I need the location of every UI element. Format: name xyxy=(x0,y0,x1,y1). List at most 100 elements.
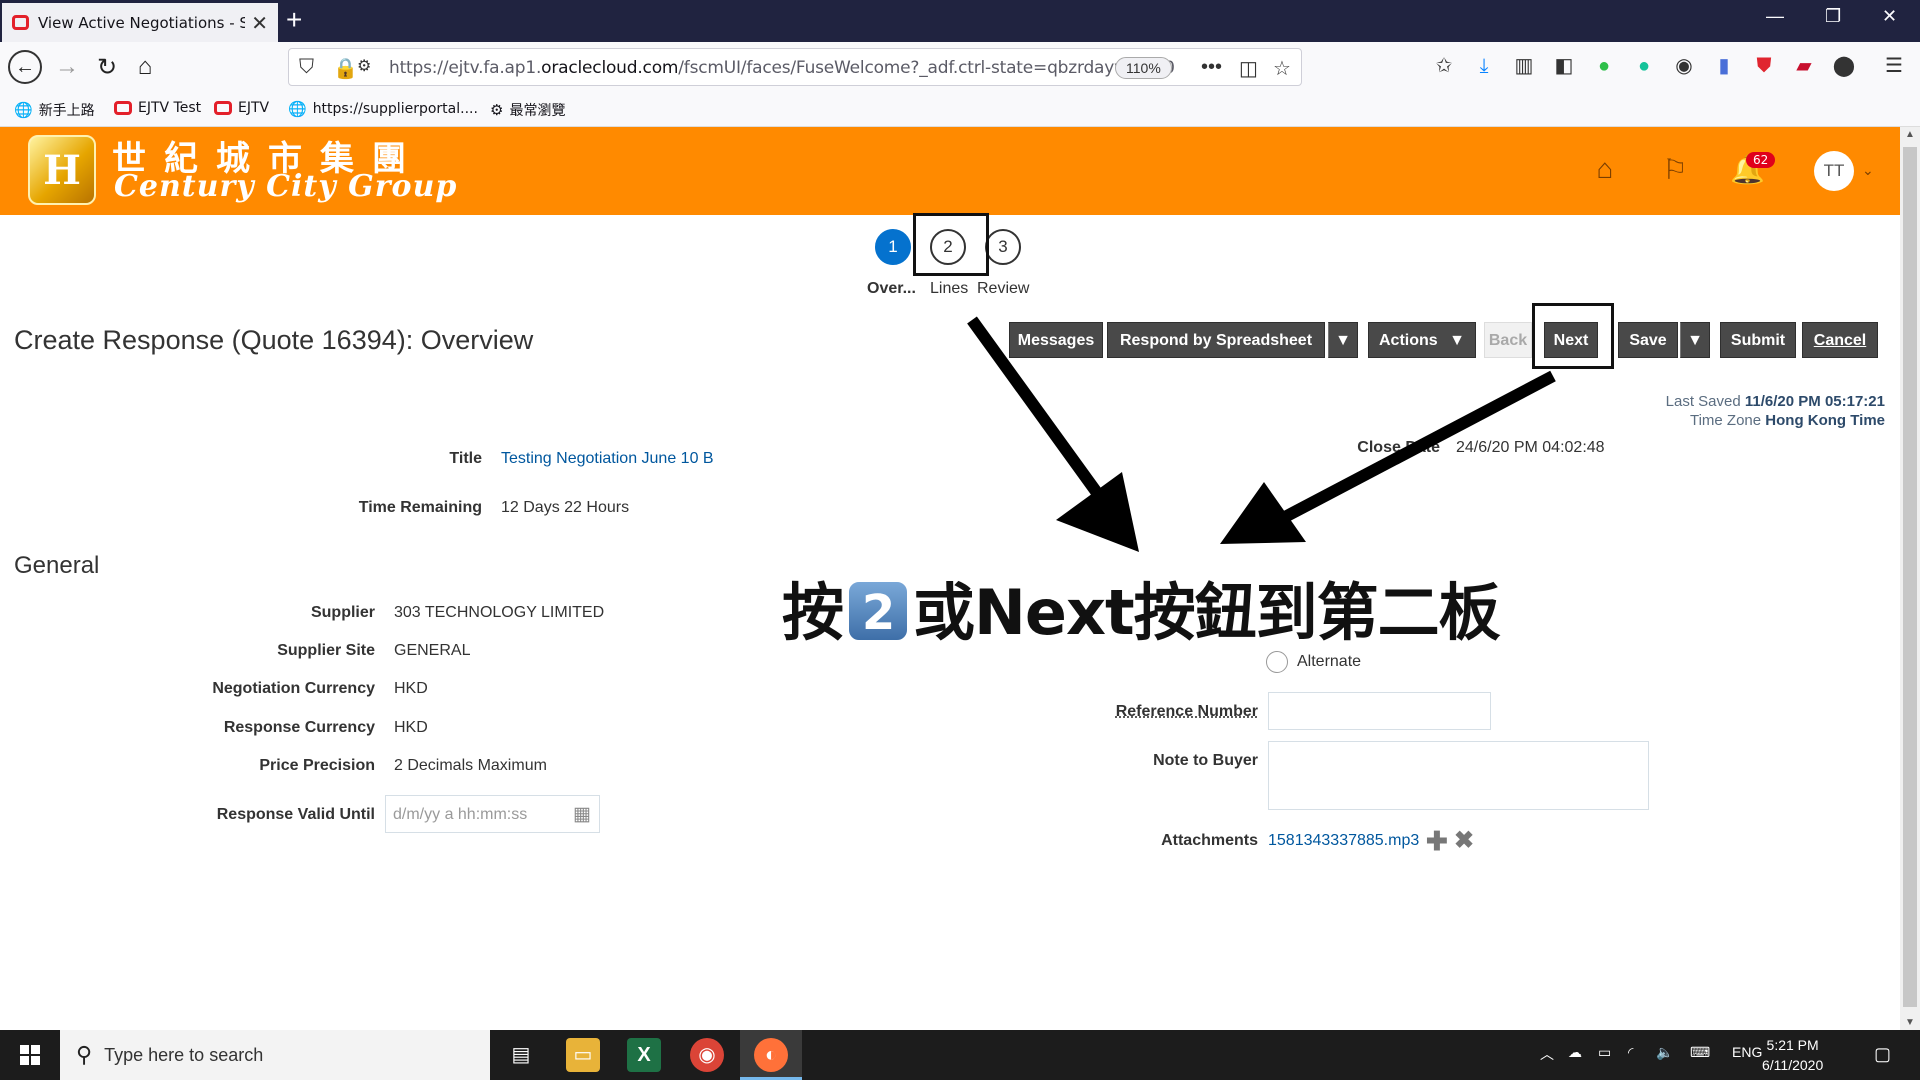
sidebar-icon[interactable]: ◧ xyxy=(1552,54,1576,78)
delete-attachment-icon[interactable]: ✖ xyxy=(1454,826,1474,855)
caret-down-icon: ▼ xyxy=(1687,332,1703,349)
timezone-value: Hong Kong Time xyxy=(1765,412,1885,429)
train-label-overview[interactable]: Over... xyxy=(867,280,916,298)
train-stop-1[interactable]: 1 xyxy=(875,229,911,265)
screen: View Active Negotiations - Sup ✕ + — ❐ ✕… xyxy=(0,0,1920,1080)
close-date-value: 24/6/20 PM 04:02:48 xyxy=(1456,439,1605,456)
ublock-icon[interactable]: ⛊ xyxy=(1752,54,1776,78)
watchlist-flag-icon[interactable]: ⚐ xyxy=(1658,153,1692,187)
lock-icon[interactable]: 🔒 xyxy=(333,56,358,81)
pocket-icon[interactable]: ◫ xyxy=(1239,56,1258,81)
address-bar[interactable]: ⛉ 🔒 ⚙ https://ejtv.fa.ap1.oraclecloud.co… xyxy=(288,48,1302,86)
user-avatar[interactable]: TT xyxy=(1814,151,1854,191)
shield-icon[interactable]: ⛉ xyxy=(299,56,314,79)
attachment-file-link[interactable]: 1581343337885.mp3 xyxy=(1268,832,1419,850)
scroll-down-icon[interactable]: ▼ xyxy=(1905,1017,1915,1028)
translate-extension-icon[interactable]: ▮ xyxy=(1712,54,1736,78)
submit-button[interactable]: Submit xyxy=(1720,322,1796,358)
show-hidden-icons-icon[interactable]: ︿ xyxy=(1540,1044,1554,1064)
title-label: Title xyxy=(449,450,482,467)
chevron-down-icon[interactable]: ⌄ xyxy=(1862,162,1874,179)
forward-button[interactable]: → xyxy=(50,50,84,84)
wifi-icon[interactable]: ◜ xyxy=(1628,1044,1633,1061)
reference-number-input[interactable] xyxy=(1268,692,1491,730)
menu-icon[interactable]: ☰ xyxy=(1882,54,1906,78)
company-logo-icon[interactable]: H xyxy=(28,135,96,205)
last-saved-info: Last Saved 11/6/20 PM 05:17:21 Time Zone… xyxy=(1665,393,1885,429)
respond-by-spreadsheet-button[interactable]: Respond by Spreadsheet xyxy=(1107,322,1325,358)
response-valid-until-label: Response Valid Until xyxy=(216,806,375,823)
check-extension-icon[interactable]: ● xyxy=(1592,54,1616,78)
scrollbar-thumb[interactable] xyxy=(1903,147,1917,1007)
excel-icon[interactable]: X xyxy=(627,1038,661,1072)
back-button[interactable]: ← xyxy=(8,50,42,84)
chrome-icon[interactable]: ◉ xyxy=(690,1038,724,1072)
action-center-icon[interactable]: ▢ xyxy=(1874,1044,1891,1065)
onedrive-icon[interactable]: ☁ xyxy=(1568,1044,1582,1061)
title-link[interactable]: Testing Negotiation June 10 B xyxy=(501,450,714,468)
scroll-up-icon[interactable]: ▲ xyxy=(1905,129,1915,140)
time-remaining-value: 12 Days 22 Hours xyxy=(501,499,630,516)
taskbar-search[interactable]: ⚲ Type here to search xyxy=(60,1030,490,1080)
restore-button[interactable]: ❐ xyxy=(1825,6,1841,27)
close-tab-icon[interactable]: ✕ xyxy=(251,11,268,35)
bookmarks-star-icon[interactable]: ✩ xyxy=(1432,54,1456,78)
windows-logo-icon xyxy=(20,1045,40,1065)
alternate-radio[interactable] xyxy=(1266,651,1288,673)
permissions-icon[interactable]: ⚙ xyxy=(357,56,371,76)
file-explorer-icon[interactable]: ▭ xyxy=(566,1038,600,1072)
battery-icon[interactable]: ▭ xyxy=(1598,1044,1611,1061)
volume-icon[interactable]: 🔈 xyxy=(1656,1044,1673,1061)
actions-menu-button[interactable]: Actions ▼ xyxy=(1368,322,1476,358)
close-date-label: Close Date xyxy=(1357,439,1440,456)
bookmark-most-visited[interactable]: ⚙ 最常瀏覽 xyxy=(490,100,565,120)
grammarly-icon[interactable]: ● xyxy=(1632,54,1656,78)
calendar-icon[interactable]: ▦ xyxy=(573,803,591,826)
minimize-button[interactable]: — xyxy=(1766,6,1784,27)
train-label-review[interactable]: Review xyxy=(977,280,1029,298)
reference-number-label: Reference Number xyxy=(1115,703,1258,720)
alternate-label[interactable]: Alternate xyxy=(1297,653,1361,671)
supplier-site-value: GENERAL xyxy=(394,642,471,659)
bookmark-star-icon[interactable]: ☆ xyxy=(1273,56,1291,81)
response-valid-until-input[interactable]: d/m/yy a hh:mm:ss ▦ xyxy=(385,795,600,833)
keyboard-icon[interactable]: ⌨ xyxy=(1690,1044,1710,1061)
task-view-icon[interactable]: ▤ xyxy=(504,1038,538,1072)
instruction-overlay-text: 按 2 或Next按鈕到第二板 xyxy=(782,576,1501,649)
url-text[interactable]: https://ejtv.fa.ap1.oraclecloud.com/fscm… xyxy=(389,58,1175,78)
page-actions-icon[interactable]: ••• xyxy=(1201,56,1222,79)
caret-down-icon: ▼ xyxy=(1449,332,1465,349)
back-step-button[interactable]: Back xyxy=(1484,322,1532,358)
account-icon[interactable]: ◉ xyxy=(1672,54,1696,78)
firefox-icon[interactable]: ◐ xyxy=(754,1038,788,1072)
extension-icon[interactable]: ⬤ xyxy=(1832,54,1856,78)
browser-tab[interactable]: View Active Negotiations - Sup ✕ xyxy=(2,3,278,42)
vertical-scrollbar[interactable]: ▲ ▼ xyxy=(1900,127,1920,1030)
save-button[interactable]: Save xyxy=(1618,322,1678,358)
zoom-level[interactable]: 110% xyxy=(1115,57,1172,79)
bookmark-supplierportal[interactable]: 🌐 https://supplierportal.... xyxy=(288,100,478,118)
home-button[interactable]: ⌂ xyxy=(128,50,162,84)
start-button[interactable] xyxy=(0,1030,60,1080)
cancel-button[interactable]: Cancel xyxy=(1802,322,1878,358)
pdf-extension-icon[interactable]: ▰ xyxy=(1792,54,1816,78)
download-icon[interactable]: ⤓ xyxy=(1472,54,1496,78)
save-dropdown[interactable]: ▼ xyxy=(1680,322,1710,358)
home-icon[interactable]: ⌂ xyxy=(1588,153,1622,187)
add-attachment-icon[interactable]: ✚ xyxy=(1426,826,1448,857)
train-label-lines[interactable]: Lines xyxy=(930,280,968,298)
respond-by-spreadsheet-dropdown[interactable]: ▼ xyxy=(1328,322,1358,358)
bookmark-ejtv[interactable]: EJTV xyxy=(214,100,269,116)
library-icon[interactable]: ▥ xyxy=(1512,54,1536,78)
reload-button[interactable]: ↻ xyxy=(90,50,124,84)
note-to-buyer-textarea[interactable] xyxy=(1268,741,1649,810)
bookmark-getting-started[interactable]: 🌐 新手上路 xyxy=(14,100,95,120)
new-tab-button[interactable]: + xyxy=(286,4,302,36)
bookmark-ejtv-test[interactable]: EJTV Test xyxy=(114,100,201,116)
system-clock[interactable]: 5:21 PM 6/11/2020 xyxy=(1762,1035,1823,1075)
messages-button[interactable]: Messages xyxy=(1009,322,1103,358)
close-window-button[interactable]: ✕ xyxy=(1882,6,1897,27)
train-stop-3[interactable]: 3 xyxy=(985,229,1021,265)
language-indicator[interactable]: ENG xyxy=(1732,1044,1762,1060)
notification-count-badge: 62 xyxy=(1746,152,1776,168)
